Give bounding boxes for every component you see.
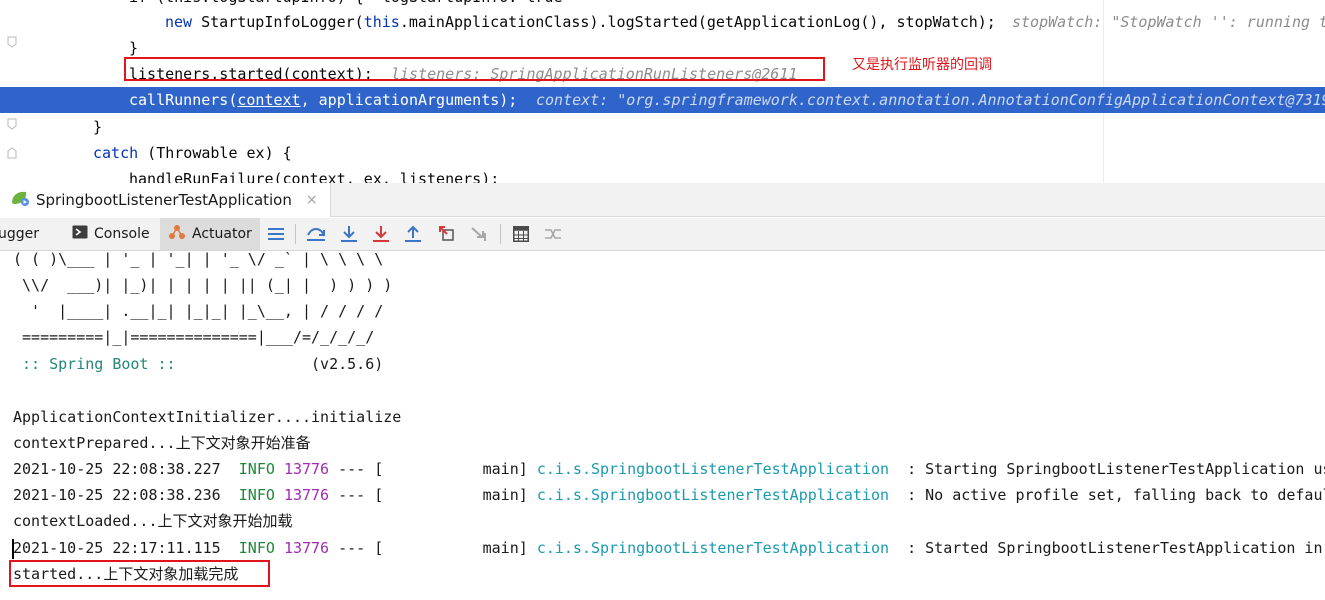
annotation-text: 又是执行监听器的回调 [852,57,992,73]
log-pid: 13776 [283,486,330,504]
code-text: handleRunFailure(context, ex, listeners)… [129,170,500,183]
toolbar-separator [500,224,501,244]
log-separator: --- [ [329,486,384,504]
tab-label: Actuator [192,226,252,242]
log-level: INFO [238,539,275,557]
actuator-icon [168,224,186,244]
toolbar-separator [295,224,296,244]
log-level: INFO [238,486,275,504]
console-line: contextLoaded...上下文对象开始加载 [13,508,293,534]
log-timestamp: 2021-10-25 22:08:38.227 [13,460,221,478]
menu-icon[interactable] [265,223,287,245]
step-out-icon[interactable] [402,223,424,245]
code-part: context [237,91,301,109]
code-line[interactable]: catch (Throwable ex) { [0,140,1325,166]
step-into-icon[interactable] [338,223,360,245]
log-level: INFO [238,460,275,478]
log-timestamp: 2021-10-25 22:08:38.236 [13,486,221,504]
inline-debug-value: stopWatch: "StopWatch '': running t [1012,13,1325,31]
banner-line: =========|_|==============|___/=/_/_/_/ [13,328,375,346]
run-tab-bar: SpringbootListenerTestApplication × [0,183,1325,217]
log-message: : No active profile set, falling back to… [889,486,1325,504]
current-execution-line[interactable]: callRunners(context, applicationArgument… [0,87,1325,113]
code-part: , applicationArguments); [300,91,518,109]
banner-line: ' |____| .__|_| |_|_| |_\__, | / / / / [13,302,384,320]
log-logger[interactable]: c.i.s.SpringbootListenerTestApplication [537,486,889,504]
console-icon [72,225,88,243]
tab-label: ugger [0,226,40,242]
log-pid: 13776 [283,460,330,478]
evaluate-expression-icon[interactable] [510,223,532,245]
log-thread: main] [383,486,528,504]
tab-actuator[interactable]: Actuator [160,218,260,250]
banner-line: \\/ ___)| |_)| | | | | || (_| | ) ) ) ) [13,276,393,294]
run-config-tab[interactable]: SpringbootListenerTestApplication × [0,183,331,217]
close-icon[interactable]: × [306,192,318,208]
text-caret [12,539,14,559]
log-separator: --- [ [329,539,384,557]
log-separator: --- [ [329,460,384,478]
log-logger[interactable]: c.i.s.SpringbootListenerTestApplication [537,460,889,478]
log-message: : Starting SpringbootListenerTestApplica… [889,460,1325,478]
log-pid: 13776 [283,539,330,557]
code-text: callRunners(context, applicationArgument… [129,87,517,113]
console-text: contextLoaded... [13,512,158,530]
log-line: 2021-10-25 22:08:38.227 INFO 13776 --- [… [13,456,1325,482]
code-text: catch (Throwable ex) { [93,140,292,166]
tab-label: Console [94,226,150,242]
code-part: callRunners( [129,91,238,109]
console-output[interactable]: ( ( )\___ | '_ | '_| | '_ \/ _` | \ \ \ … [0,252,1325,600]
log-line: 2021-10-25 22:08:38.236 INFO 13776 --- [… [13,482,1325,508]
log-message: : Started SpringbootListenerTestApplicat… [889,539,1323,557]
force-step-into-icon[interactable] [370,223,392,245]
log-line: 2021-10-25 22:17:11.115 INFO 13776 --- [… [13,535,1323,561]
spring-boot-label: :: Spring Boot :: [13,355,185,373]
inline-debug-value: context: "org.springframework.context.an… [536,91,1325,109]
tab-debugger[interactable]: ugger [0,218,47,250]
code-line[interactable]: handleRunFailure(context, ex, listeners)… [0,166,1325,183]
console-text: 上下文对象开始准备 [175,434,311,452]
code-editor[interactable]: if (this.logStartupInfo) { logStartupInf… [0,0,1325,183]
spring-boot-version-line: :: Spring Boot :: (v2.5.6) [13,351,383,377]
console-text: 上下文对象开始加载 [157,512,293,530]
run-tool-window[interactable]: SpringbootListenerTestApplication × ugge… [0,183,1325,600]
run-to-cursor-icon[interactable] [468,223,490,245]
drop-frame-icon[interactable] [436,223,458,245]
code-line[interactable]: } [0,114,1325,140]
console-text: contextPrepared... [13,434,176,452]
code-text: } [93,118,103,136]
code-part: StartupInfoLogger( [192,13,364,31]
console-line: contextPrepared...上下文对象开始准备 [13,430,311,456]
spring-boot-run-icon [10,189,30,211]
log-thread: main] [383,460,528,478]
code-part: .mainApplicationClass).logStarted(getApp… [399,13,996,31]
trace-icon[interactable] [542,223,564,245]
debug-toolbar: ugger Console Actuator [0,218,1325,251]
console-line: ApplicationContextInitializer....initial… [13,408,402,426]
spring-boot-version: (v2.5.6) [184,355,384,373]
log-logger[interactable]: c.i.s.SpringbootListenerTestApplication [537,539,889,557]
code-part: (Throwable ex) { [138,144,292,162]
banner-line: ( ( )\___ | '_ | '_| | '_ \/ _` | \ \ \ … [13,252,384,268]
keyword-this: this [363,13,400,31]
keyword-new: new [165,13,193,31]
keyword-catch: catch [93,144,139,162]
log-timestamp: 2021-10-25 22:17:11.115 [13,539,221,557]
show-execution-point-icon[interactable] [305,223,327,245]
log-thread: main] [383,539,528,557]
code-text: new StartupInfoLogger(this.mainApplicati… [165,9,996,35]
highlight-box [124,57,825,81]
highlight-box [9,560,270,587]
tab-console[interactable]: Console [64,218,158,250]
code-line[interactable]: new StartupInfoLogger(this.mainApplicati… [0,9,1325,35]
run-tab-title: SpringbootListenerTestApplication [36,191,292,209]
